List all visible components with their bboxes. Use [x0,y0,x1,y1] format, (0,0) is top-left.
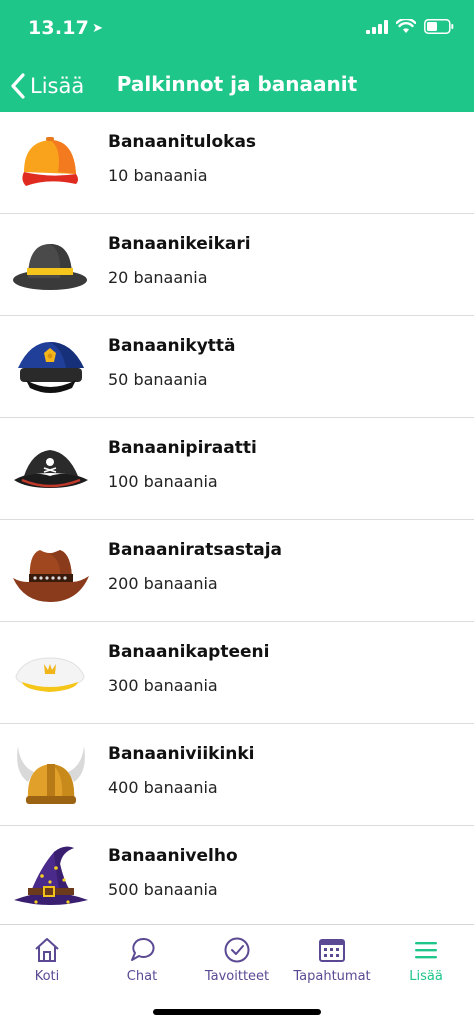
police-cap-icon [18,342,84,393]
check-circle-icon [224,937,250,963]
menu-icon [415,942,437,959]
calendar-icon [319,939,345,962]
chat-icon [131,937,155,961]
cap-icon [22,137,78,186]
reward-title: Banaanivelho [108,846,238,866]
status-bar: 13.17 ➤ [0,0,474,60]
list-item[interactable]: Banaanikeikari 20 banaania [0,214,474,316]
tab-label: Tavoitteet [204,969,270,984]
reward-price: 20 banaania [108,268,208,287]
list-item[interactable]: Banaanipiraatti 100 banaania [0,418,474,520]
viking-helmet-icon [17,746,85,804]
page-title: Palkinnot ja banaanit [116,72,358,96]
reward-price: 300 banaania [108,676,218,695]
list-item[interactable]: Banaanivelho 500 banaania [0,826,474,928]
tab-tavoitteet[interactable]: Tavoitteet [190,935,284,995]
tab-lisaa[interactable]: Lisää [379,935,473,995]
reward-title: Banaaniratsastaja [108,540,282,560]
status-icons [366,19,454,34]
tab-tapahtumat[interactable]: Tapahtumat [285,935,379,995]
reward-price: 10 banaania [108,166,208,185]
reward-title: Banaanikyttä [108,336,236,356]
reward-title: Banaanikapteeni [108,642,270,662]
list-item[interactable]: Banaaniviikinki 400 banaania [0,724,474,826]
tab-label: Koti [34,969,60,984]
list-item[interactable]: Banaaniratsastaja 200 banaania [0,520,474,622]
rewards-list: Banaanitulokas 10 banaania Banaanikeikar… [0,112,474,928]
pirate-hat-icon [14,450,88,488]
reward-price: 500 banaania [108,880,218,899]
list-item[interactable]: Banaanitulokas 10 banaania [0,112,474,214]
wizard-hat-icon [14,846,88,905]
home-indicator [153,1009,321,1015]
tab-label: Lisää [409,969,443,984]
reward-price: 50 banaania [108,370,208,389]
reward-title: Banaanitulokas [108,132,257,152]
signal-icon [366,19,388,34]
wifi-icon [396,19,416,33]
home-icon [35,938,59,962]
reward-price: 400 banaania [108,778,218,797]
tab-label: Tapahtumat [293,969,371,984]
list-item[interactable]: Banaanikapteeni 300 banaania [0,622,474,724]
navigation-bar: Lisää Palkinnot ja banaanit [0,60,474,112]
tab-label: Chat [126,969,158,984]
status-time-text: 13.17 [28,17,90,39]
cowboy-hat-icon [13,550,89,602]
reward-title: Banaanipiraatti [108,438,257,458]
location-arrow-icon: ➤ [92,21,104,36]
battery-icon [424,19,454,34]
list-item[interactable]: Banaanikyttä 50 banaania [0,316,474,418]
tab-koti[interactable]: Koti [0,935,94,995]
tab-chat[interactable]: Chat [95,935,189,995]
captain-hat-icon [15,657,85,692]
status-time: 13.17 ➤ [28,17,103,39]
reward-price: 100 banaania [108,472,218,491]
bowler-hat-icon [13,244,87,290]
reward-title: Banaaniviikinki [108,744,255,764]
reward-price: 200 banaania [108,574,218,593]
reward-title: Banaanikeikari [108,234,251,254]
